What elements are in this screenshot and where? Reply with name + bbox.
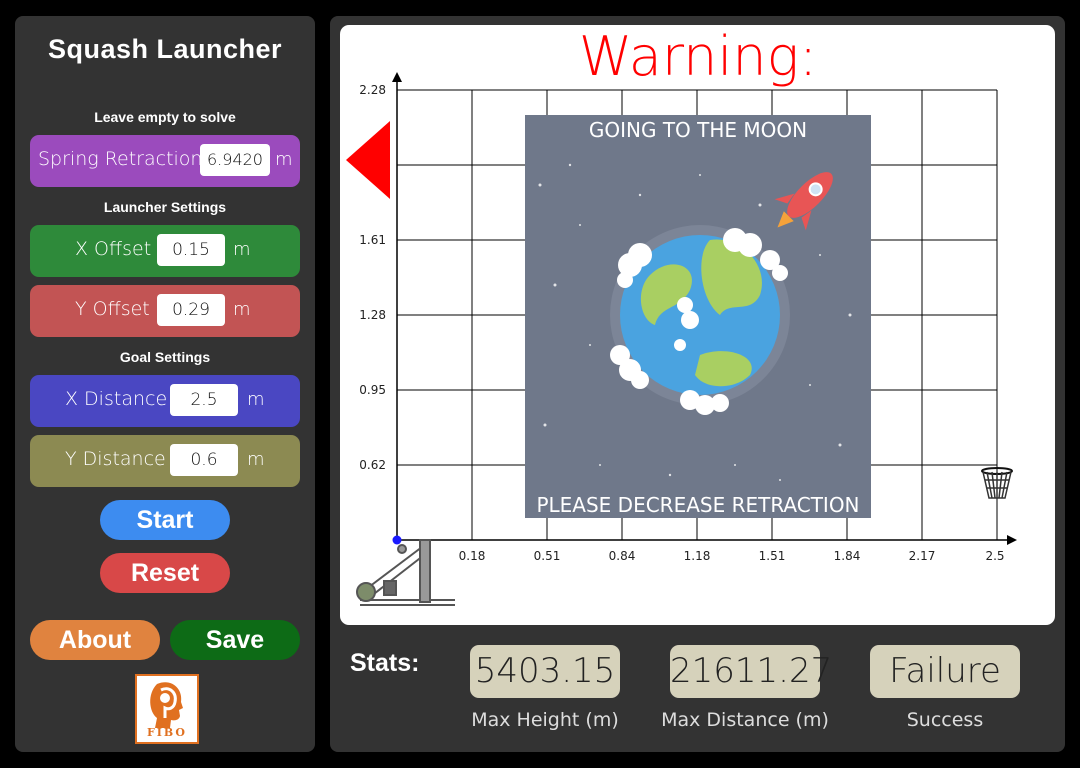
start-button[interactable]: Start	[100, 500, 230, 540]
y-tick-label: 2.28	[359, 83, 386, 97]
y-tick-label: 0.95	[359, 383, 386, 397]
spring-retraction-input[interactable]: 6.9420	[200, 144, 270, 176]
y-tick-label: 1.61	[359, 233, 386, 247]
x-distance-label: X Distance	[65, 388, 168, 410]
basket-goal-icon	[981, 467, 1013, 499]
x-tick-label: 1.84	[834, 549, 861, 563]
x-distance-unit: m	[247, 389, 265, 410]
x-distance-input[interactable]: 2.5	[170, 384, 238, 416]
y-distance-input[interactable]: 0.6	[170, 444, 238, 476]
x-tick-label: 0.51	[534, 549, 561, 563]
max-height-label: Max Height (m)	[471, 709, 619, 731]
plot-area: GOING TO THE MOON PLEASE DECREASE RETRAC…	[340, 25, 1055, 625]
x-offset-input[interactable]: 0.15	[157, 234, 225, 266]
x-tick-label: 1.51	[759, 549, 786, 563]
spring-retraction-label: Spring Retraction	[38, 148, 203, 170]
x-tick-label: 2.17	[909, 549, 936, 563]
x-offset-unit: m	[233, 239, 251, 260]
max-distance-label: Max Distance (m)	[661, 709, 829, 731]
fibo-logo-text: FIBO	[146, 726, 188, 739]
max-height-value: 5403.15	[470, 645, 620, 698]
spring-retraction-unit: m	[275, 149, 293, 170]
settings-panel: Squash Launcher Leave empty to solve Spr…	[15, 16, 315, 752]
y-offset-unit: m	[233, 299, 251, 320]
about-button[interactable]: About	[30, 620, 160, 660]
success-value: Failure	[870, 645, 1020, 698]
out-of-range-arrow-icon	[346, 121, 390, 199]
stats-heading: Stats:	[350, 649, 420, 677]
x-tick-label: 0.18	[459, 549, 486, 563]
warning-top-text: GOING TO THE MOON	[589, 118, 807, 142]
y-distance-label: Y Distance	[65, 448, 166, 470]
max-distance-value: 21611.27	[670, 645, 832, 698]
x-axis-arrow-icon	[1007, 535, 1017, 545]
solve-hint: Leave empty to solve	[94, 109, 236, 125]
reset-button[interactable]: Reset	[100, 553, 230, 593]
app-title: Squash Launcher	[47, 34, 283, 64]
launcher-settings-heading: Launcher Settings	[103, 199, 227, 215]
save-button[interactable]: Save	[170, 620, 300, 660]
y-distance-row: Y Distance 0.6 m	[30, 435, 300, 487]
y-offset-label: Y Offset	[75, 298, 150, 320]
x-tick-label: 0.84	[609, 549, 636, 563]
simulation-panel: GOING TO THE MOON PLEASE DECREASE RETRAC…	[330, 16, 1065, 752]
y-axis-arrow-icon	[392, 72, 402, 82]
origin-marker	[392, 535, 402, 545]
moon-warning-image: GOING TO THE MOON PLEASE DECREASE RETRAC…	[525, 115, 871, 518]
y-offset-row: Y Offset 0.29 m	[30, 285, 300, 337]
x-offset-row: X Offset 0.15 m	[30, 225, 300, 277]
spring-retraction-row: Spring Retraction 6.9420 m	[30, 135, 300, 187]
goal-settings-heading: Goal Settings	[119, 349, 211, 365]
y-distance-unit: m	[247, 449, 265, 470]
x-distance-row: X Distance 2.5 m	[30, 375, 300, 427]
x-tick-label: 1.18	[684, 549, 711, 563]
fibo-logo: FIBO	[135, 674, 199, 744]
x-offset-label: X Offset	[75, 238, 152, 260]
y-offset-input[interactable]: 0.29	[157, 294, 225, 326]
y-tick-label: 1.28	[359, 308, 386, 322]
x-tick-label: 2.5	[985, 549, 1004, 563]
success-label: Success	[906, 709, 984, 731]
launcher-icon	[356, 539, 455, 606]
warning-title: Warning:	[579, 25, 817, 88]
y-tick-label: 0.62	[359, 458, 386, 472]
trajectory-plot: GOING TO THE MOON PLEASE DECREASE RETRAC…	[346, 25, 1017, 606]
warning-bottom-text: PLEASE DECREASE RETRACTION	[536, 493, 859, 517]
